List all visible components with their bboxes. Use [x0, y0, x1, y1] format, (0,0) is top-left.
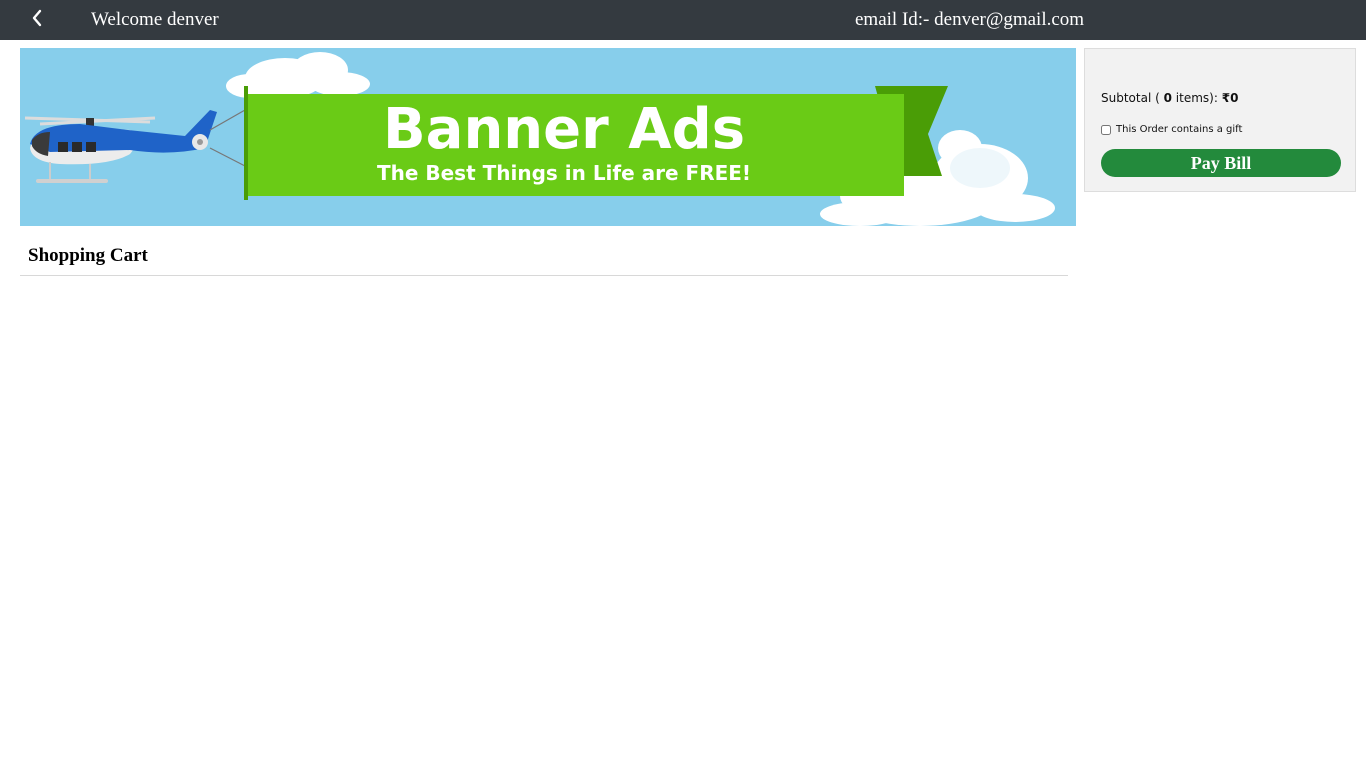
- email-text: email Id:- denver@gmail.com: [855, 9, 1085, 30]
- subtotal-amount: ₹0: [1221, 91, 1239, 105]
- gift-label: This Order contains a gift: [1116, 124, 1243, 135]
- welcome-text: Welcome denver: [91, 9, 219, 30]
- top-navbar: Welcome denver email Id:- denver@gmail.c…: [0, 0, 1366, 40]
- pay-bill-button[interactable]: Pay Bill: [1101, 149, 1341, 177]
- order-summary-panel: Subtotal ( 0 items): ₹0 This Order conta…: [1084, 48, 1356, 192]
- gift-option[interactable]: This Order contains a gift: [1101, 124, 1242, 135]
- subtotal-prefix: Subtotal (: [1101, 91, 1160, 105]
- gift-checkbox[interactable]: [1101, 124, 1111, 135]
- back-button[interactable]: [26, 6, 48, 30]
- cart-divider: [20, 275, 1068, 276]
- subtotal-text: Subtotal ( 0 items): ₹0: [1101, 91, 1238, 105]
- items-suffix: items):: [1175, 91, 1218, 105]
- shopping-cart-title: Shopping Cart: [28, 245, 148, 266]
- banner-tagline: The Best Things in Life are FREE!: [376, 161, 752, 185]
- chevron-left-icon: [32, 9, 42, 27]
- item-count: 0: [1163, 91, 1172, 105]
- banner-ad[interactable]: Banner Ads The Best Things in Life are F…: [20, 48, 1076, 226]
- banner-headline: Banner Ads: [382, 97, 746, 162]
